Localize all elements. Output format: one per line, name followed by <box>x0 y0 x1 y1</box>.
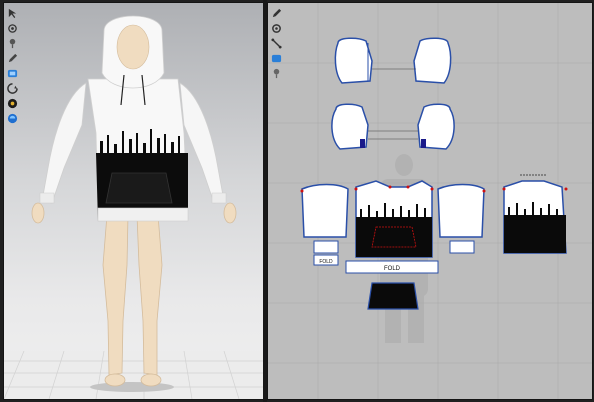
pattern-pocket[interactable] <box>367 282 419 310</box>
pattern-sleeve-left[interactable] <box>301 183 349 254</box>
segment-tool-button[interactable] <box>270 37 282 49</box>
2d-toolbar <box>270 7 284 82</box>
seam-lines <box>368 68 418 140</box>
pattern-canvas: FOLD FOLD <box>268 3 592 399</box>
pattern-hood-side-right[interactable] <box>417 103 455 150</box>
pin-2d-icon <box>273 68 279 78</box>
edit-pattern-icon <box>272 8 281 17</box>
pattern-back-body[interactable] <box>503 174 567 254</box>
edit-pattern-tool-button[interactable] <box>270 7 282 19</box>
internal-line-tool-button[interactable] <box>270 52 282 64</box>
settings-icon <box>271 23 281 33</box>
application-window: FOLD FOLD <box>0 0 594 402</box>
hoodie-garment <box>39 15 227 222</box>
avatar-legs <box>102 214 163 387</box>
internal-line-icon <box>271 54 281 62</box>
fold-label: FOLD <box>384 266 401 272</box>
avatar-face <box>116 24 150 70</box>
segment-icon <box>270 37 282 49</box>
avatar-scene <box>31 15 237 392</box>
2d-pattern-window[interactable]: FOLD FOLD <box>267 2 593 400</box>
pattern-hem-band[interactable]: FOLD <box>345 260 439 274</box>
pattern-cuff-left[interactable]: FOLD <box>313 254 339 266</box>
pattern-sleeve-right[interactable] <box>437 183 485 254</box>
pin-2d-tool-button[interactable] <box>270 67 282 79</box>
pattern-hood-top-right[interactable] <box>413 37 452 84</box>
settings-tool-button[interactable] <box>270 22 282 34</box>
3d-viewport[interactable] <box>3 2 264 400</box>
pattern-front-body[interactable] <box>355 180 433 258</box>
pattern-hood-top-left[interactable] <box>334 37 373 84</box>
avatar-shadow <box>90 382 174 392</box>
pattern-hood-side-left[interactable] <box>331 103 369 150</box>
fold-pocket-label: FOLD <box>319 259 333 265</box>
